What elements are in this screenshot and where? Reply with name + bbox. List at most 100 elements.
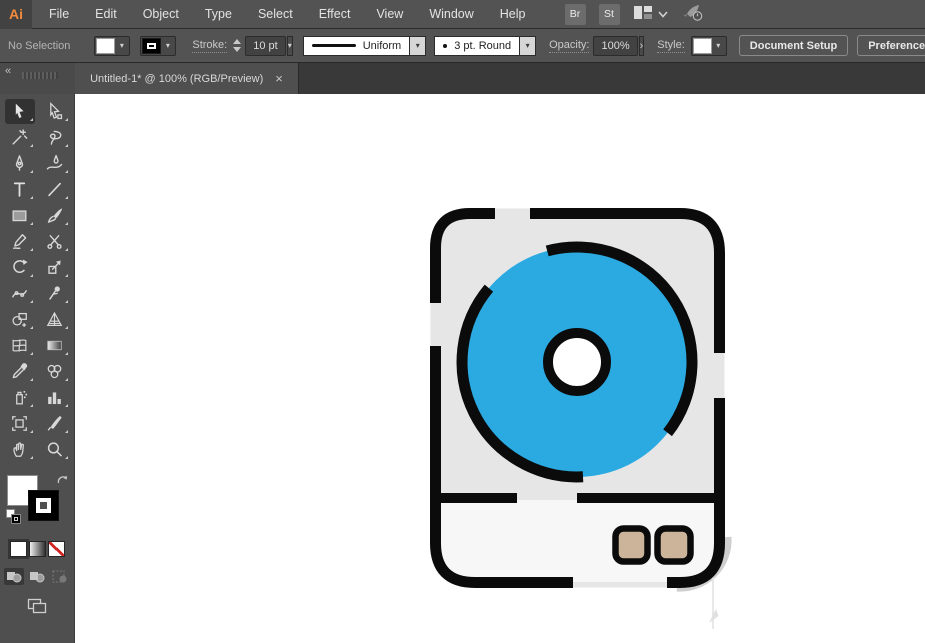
collapse-panel-icon[interactable]: « <box>5 65 11 77</box>
draw-mode-row <box>0 568 74 585</box>
bridge-button[interactable]: Br <box>564 3 586 25</box>
shaper-tool[interactable] <box>5 229 35 254</box>
blend-tool[interactable] <box>40 359 70 384</box>
magic-wand-tool[interactable] <box>5 125 35 150</box>
brush-dropdown[interactable]: 3 pt. Round ▾ <box>434 35 537 56</box>
lasso-tool[interactable] <box>40 125 70 150</box>
stroke-chevron-icon[interactable]: ▾ <box>161 38 174 54</box>
canvas[interactable] <box>75 94 925 643</box>
style-swatch-control[interactable]: ▾ <box>690 35 727 56</box>
main-area <box>0 94 925 643</box>
document-tab[interactable]: Untitled-1* @ 100% (RGB/Preview) × <box>75 63 299 94</box>
menu-item-effect[interactable]: Effect <box>306 0 364 28</box>
tools-grid <box>0 94 74 462</box>
menu-item-type[interactable]: Type <box>192 0 245 28</box>
opacity-label[interactable]: Opacity: <box>549 39 590 53</box>
eyedropper-tool[interactable] <box>5 359 35 384</box>
column-graph-tool[interactable] <box>40 385 70 410</box>
stroke-weight-field[interactable]: 10 pt <box>245 35 286 56</box>
stroke-swatch-control[interactable]: ▾ <box>140 35 177 56</box>
document-tab-title: Untitled-1* @ 100% (RGB/Preview) <box>90 72 264 85</box>
direct-selection-tool[interactable] <box>40 99 70 124</box>
menu-item-select[interactable]: Select <box>245 0 306 28</box>
artwork-button-right[interactable] <box>654 525 694 565</box>
cursor-artifact <box>709 575 719 629</box>
width-profile-dropdown[interactable]: Uniform ▾ <box>302 35 427 56</box>
zoom-tool[interactable] <box>40 437 70 462</box>
menu-item-view[interactable]: View <box>363 0 416 28</box>
paintbrush-tool[interactable] <box>40 203 70 228</box>
shape-builder-tool[interactable] <box>5 307 35 332</box>
toolbar-stroke-swatch[interactable] <box>28 490 59 521</box>
artwork-button-left[interactable] <box>612 525 651 565</box>
fill-swatch-control[interactable]: ▾ <box>94 35 131 56</box>
gradient-mode-button[interactable] <box>28 541 46 557</box>
control-bar: No Selection ▾ ▾ Stroke: 10 pt ▾ Uniform… <box>0 29 925 63</box>
fill-chevron-icon[interactable]: ▾ <box>115 38 128 54</box>
draw-inside-button[interactable] <box>50 568 70 585</box>
chevron-down-icon <box>657 7 668 21</box>
scissors-tool[interactable] <box>40 229 70 254</box>
menu-bar: Ai File Edit Object Type Select Effect View Win… <box>0 0 925 29</box>
selection-tool[interactable] <box>4 99 35 124</box>
style-swatch[interactable] <box>692 37 712 54</box>
artwork[interactable] <box>425 203 745 643</box>
workspace-switcher-icon <box>633 5 653 23</box>
menu-item-edit[interactable]: Edit <box>82 0 130 28</box>
gradient-tool[interactable] <box>40 333 70 358</box>
gpu-performance-icon[interactable] <box>681 3 705 25</box>
style-label[interactable]: Style: <box>657 39 685 53</box>
preferences-button[interactable]: Preferences <box>857 35 925 56</box>
width-tool[interactable] <box>5 281 35 306</box>
puppet-warp-tool[interactable] <box>40 281 70 306</box>
artboard-tool[interactable] <box>5 411 35 436</box>
workspace-switcher[interactable] <box>633 5 668 23</box>
opacity-field[interactable]: 100% <box>593 35 638 56</box>
width-profile-value: Uniform <box>362 39 402 52</box>
style-chevron-icon[interactable]: ▾ <box>712 38 725 54</box>
pen-tool[interactable] <box>5 151 35 176</box>
toolbar-grip[interactable] <box>22 72 58 79</box>
draw-normal-button[interactable] <box>4 568 24 585</box>
brush-value: 3 pt. Round <box>454 39 512 52</box>
fill-swatch[interactable] <box>96 37 116 54</box>
color-mode-row <box>0 541 74 557</box>
color-mode-button[interactable] <box>9 541 27 557</box>
stroke-weight-dropdown[interactable]: ▾ <box>286 35 293 56</box>
stroke-swatch[interactable] <box>142 37 162 54</box>
app-logo[interactable]: Ai <box>0 0 32 29</box>
draw-behind-button[interactable] <box>27 568 47 585</box>
menu-item-file[interactable]: File <box>36 0 82 28</box>
stock-button[interactable]: St <box>598 3 620 25</box>
scale-tool[interactable] <box>40 255 70 280</box>
rotate-tool[interactable] <box>5 255 35 280</box>
close-icon[interactable]: × <box>275 72 283 85</box>
brush-chevron-icon[interactable]: ▾ <box>520 35 537 56</box>
fill-stroke-block <box>5 475 69 531</box>
hand-tool[interactable] <box>5 437 35 462</box>
stroke-weight-stepper[interactable] <box>233 39 242 52</box>
stroke-label[interactable]: Stroke: <box>192 39 228 53</box>
perspective-grid-tool[interactable] <box>40 307 70 332</box>
menu-item-object[interactable]: Object <box>130 0 192 28</box>
symbol-sprayer-tool[interactable] <box>5 385 35 410</box>
rectangle-tool[interactable] <box>5 203 35 228</box>
selection-status: No Selection <box>8 39 71 52</box>
line-segment-tool[interactable] <box>40 177 70 202</box>
tab-bar: « Untitled-1* @ 100% (RGB/Preview) × <box>0 63 925 94</box>
mesh-tool[interactable] <box>5 333 35 358</box>
screen-mode-button[interactable] <box>0 598 74 614</box>
default-fill-stroke-icon[interactable] <box>6 509 22 525</box>
type-tool[interactable] <box>5 177 35 202</box>
opacity-arrow-button[interactable]: › <box>638 35 645 56</box>
none-mode-button[interactable] <box>47 541 65 557</box>
stepper-up-icon[interactable] <box>233 39 242 44</box>
stepper-down-icon[interactable] <box>233 47 242 52</box>
swap-fill-stroke-icon[interactable] <box>56 473 69 491</box>
width-profile-chevron-icon[interactable]: ▾ <box>410 35 427 56</box>
menu-item-window[interactable]: Window <box>416 0 486 28</box>
slice-tool[interactable] <box>40 411 70 436</box>
menu-item-help[interactable]: Help <box>487 0 539 28</box>
curvature-tool[interactable] <box>40 151 70 176</box>
document-setup-button[interactable]: Document Setup <box>738 35 849 56</box>
